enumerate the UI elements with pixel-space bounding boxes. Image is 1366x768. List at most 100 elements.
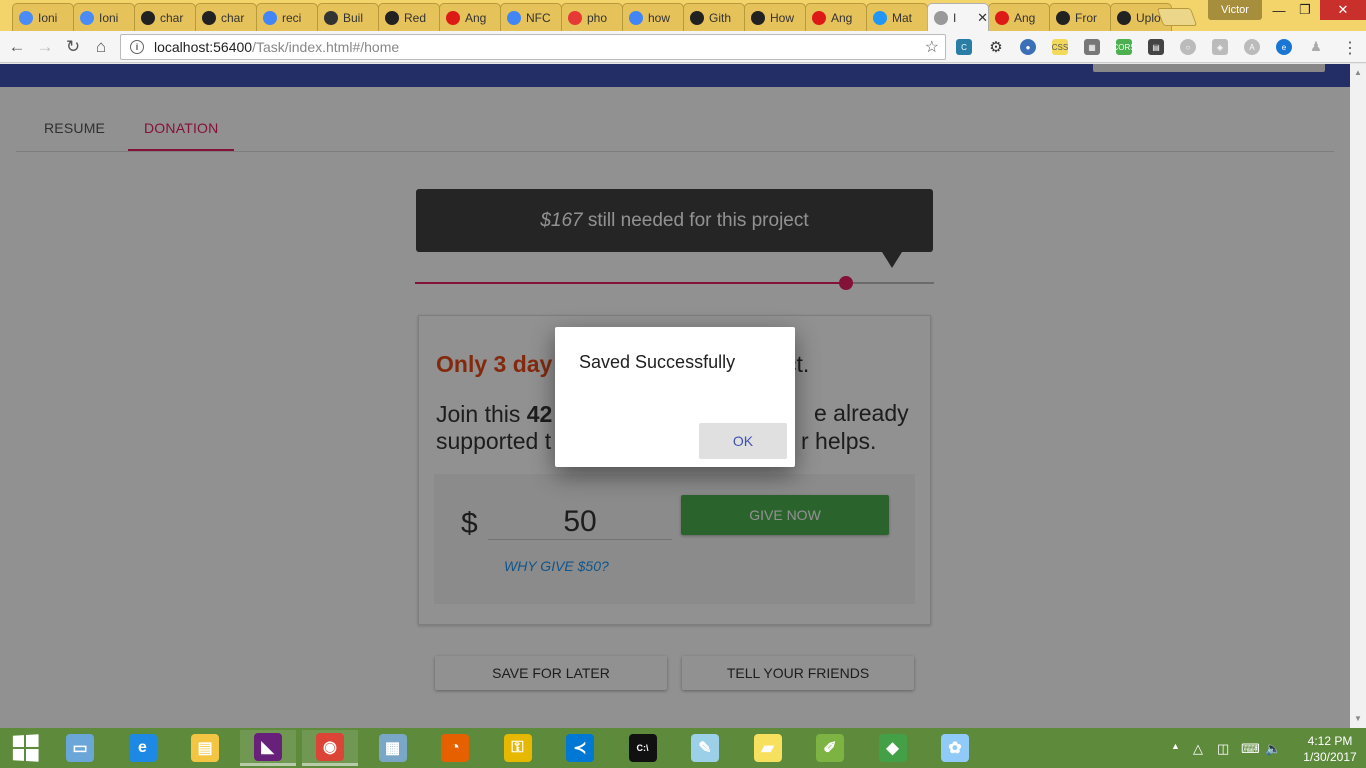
browser-tab-title: Buil (343, 10, 364, 25)
taskbar-app[interactable]: ◣ (239, 730, 296, 766)
remote-desktop-icon: ▭ (66, 734, 94, 762)
scroll-down-icon[interactable]: ▼ (1354, 714, 1362, 723)
browser-tab[interactable]: I ✕ (927, 3, 989, 31)
extension-badge-icon[interactable]: ▦ (1084, 39, 1100, 55)
browser-tab[interactable]: How (744, 3, 806, 31)
browser-tab[interactable]: Gith (683, 3, 745, 31)
file-explorer-icon: ▤ (191, 734, 219, 762)
new-tab-button[interactable] (1156, 8, 1198, 26)
start-button[interactable] (0, 728, 50, 768)
github-icon (690, 10, 704, 25)
taskbar-app[interactable]: e (115, 730, 171, 766)
url-text[interactable]: localhost:56400/Task/index.html#/home (154, 39, 399, 55)
extension-shield-icon[interactable]: ◈ (1212, 39, 1228, 55)
command-prompt-icon: C:\ (628, 734, 657, 762)
bookmark-star-icon[interactable]: ☆ (925, 37, 939, 57)
taskbar-app[interactable]: ⚿ (490, 730, 546, 766)
browser-tab-title: Ang (1014, 10, 1036, 25)
taskbar-app[interactable]: ▦ (365, 730, 421, 766)
taskbar-app[interactable]: ✎ (677, 730, 733, 766)
extension-person-icon[interactable]: ♟ (1308, 39, 1324, 55)
network-disconnected-icon[interactable]: ◫ (1217, 741, 1229, 757)
restore-icon[interactable]: ❐ (1290, 0, 1320, 20)
browser-tab-title: I (953, 10, 957, 25)
browser-tab[interactable]: Ang (805, 3, 867, 31)
browser-tab[interactable]: Ang (439, 3, 501, 31)
office-icon (324, 10, 338, 25)
browser-tab[interactable]: pho (561, 3, 623, 31)
angular-icon (446, 10, 460, 25)
browser-tab[interactable]: Buil (317, 3, 379, 31)
chrome-menu-icon[interactable]: ⋮ (1342, 38, 1358, 58)
network-drive-icon[interactable]: △ (1193, 741, 1203, 757)
forward-icon[interactable]: → (34, 36, 56, 58)
taskbar-app[interactable]: ▰ (740, 730, 796, 766)
browser-tab-title: NFC (526, 10, 551, 25)
ok-button[interactable]: OK (699, 423, 787, 459)
taskbar-app[interactable]: ◉ (302, 730, 358, 766)
page-scrollbar[interactable]: ▲ ▼ (1350, 64, 1366, 728)
extension-circle-icon[interactable]: ○ (1180, 39, 1196, 55)
extension-css-icon[interactable]: CSS (1052, 39, 1068, 55)
browser-tab[interactable]: reci (256, 3, 318, 31)
visual-studio-icon: ◣ (253, 732, 282, 761)
browser-tab[interactable]: Fror (1049, 3, 1111, 31)
show-hidden-icons-icon[interactable]: ▲ (1171, 741, 1180, 751)
extension-globe-icon[interactable]: ● (1020, 39, 1036, 55)
browser-tab-title: pho (587, 10, 608, 25)
back-icon[interactable]: ← (6, 36, 28, 58)
extension-cors-icon[interactable]: CORS (1112, 39, 1136, 55)
github-icon (751, 10, 765, 25)
browser-tab[interactable]: NFC (500, 3, 562, 31)
ionic-icon (80, 10, 94, 25)
taskbar-app[interactable]: ◔ (427, 730, 483, 766)
taskbar-app[interactable]: ✐ (802, 730, 858, 766)
github-icon (202, 10, 216, 25)
taskbar-app[interactable]: ✿ (927, 730, 983, 766)
volume-icon[interactable]: 🔈 (1265, 741, 1281, 757)
clock-time[interactable]: 4:12 PM (1300, 734, 1360, 748)
extension-angular-icon[interactable]: A (1244, 39, 1260, 55)
extension-c-icon[interactable]: C (956, 39, 972, 55)
extension-e-icon[interactable]: e (1276, 39, 1292, 55)
browser-tab[interactable]: char (134, 3, 196, 31)
taskbar-app[interactable]: C:\ (615, 730, 671, 766)
browser-tab[interactable]: Ang (988, 3, 1050, 31)
browser-tab-title: How (770, 10, 795, 25)
browser-tab[interactable]: Mat (866, 3, 928, 31)
home-icon[interactable]: ⌂ (90, 36, 112, 58)
page-viewport: RESUME DONATION $167 still needed for th… (0, 64, 1350, 728)
github-icon (385, 10, 399, 25)
github-icon (141, 10, 155, 25)
angular-icon (995, 10, 1009, 25)
browser-tab-title: char (160, 10, 184, 25)
site-info-icon[interactable]: i (130, 40, 144, 54)
profile-button[interactable]: Victor (1208, 0, 1262, 20)
close-tab-icon[interactable]: ✕ (977, 10, 988, 26)
blank-page-icon (934, 10, 948, 25)
git-icon: ◆ (878, 734, 907, 762)
close-window-icon[interactable]: ✕ (1320, 0, 1366, 20)
notepad-plus-icon: ✐ (816, 734, 844, 762)
extension-film-icon[interactable]: ▤ (1148, 39, 1164, 55)
taskbar-app[interactable]: ▭ (52, 730, 108, 766)
reload-icon[interactable]: ↻ (62, 36, 84, 58)
browser-tab[interactable]: how (622, 3, 684, 31)
taskbar-app[interactable]: ▤ (177, 730, 233, 766)
material-icon (873, 10, 887, 25)
browser-toolbar: ← → ↻ ⌂ i localhost:56400/Task/index.htm… (0, 31, 1366, 63)
browser-tab[interactable]: Ioni (73, 3, 135, 31)
browser-tab-title: Fror (1075, 10, 1097, 25)
browser-tab[interactable]: char (195, 3, 257, 31)
system-tray: ▲ △ ◫ ⌨ 🔈 4:12 PM 1/30/2017 (1165, 728, 1365, 768)
browser-tab[interactable]: Red (378, 3, 440, 31)
taskbar-app[interactable]: ◆ (865, 730, 921, 766)
chrome-icon: ◉ (316, 732, 344, 761)
extension-gear-icon[interactable]: ⚙ (988, 39, 1004, 56)
address-bar[interactable]: i localhost:56400/Task/index.html#/home … (120, 34, 946, 60)
taskbar-app[interactable]: ≺ (552, 730, 608, 766)
browser-tab[interactable]: Ioni (12, 3, 74, 31)
clock-date[interactable]: 1/30/2017 (1295, 750, 1365, 764)
scroll-up-icon[interactable]: ▲ (1354, 68, 1362, 77)
keyboard-icon[interactable]: ⌨ (1241, 741, 1260, 757)
